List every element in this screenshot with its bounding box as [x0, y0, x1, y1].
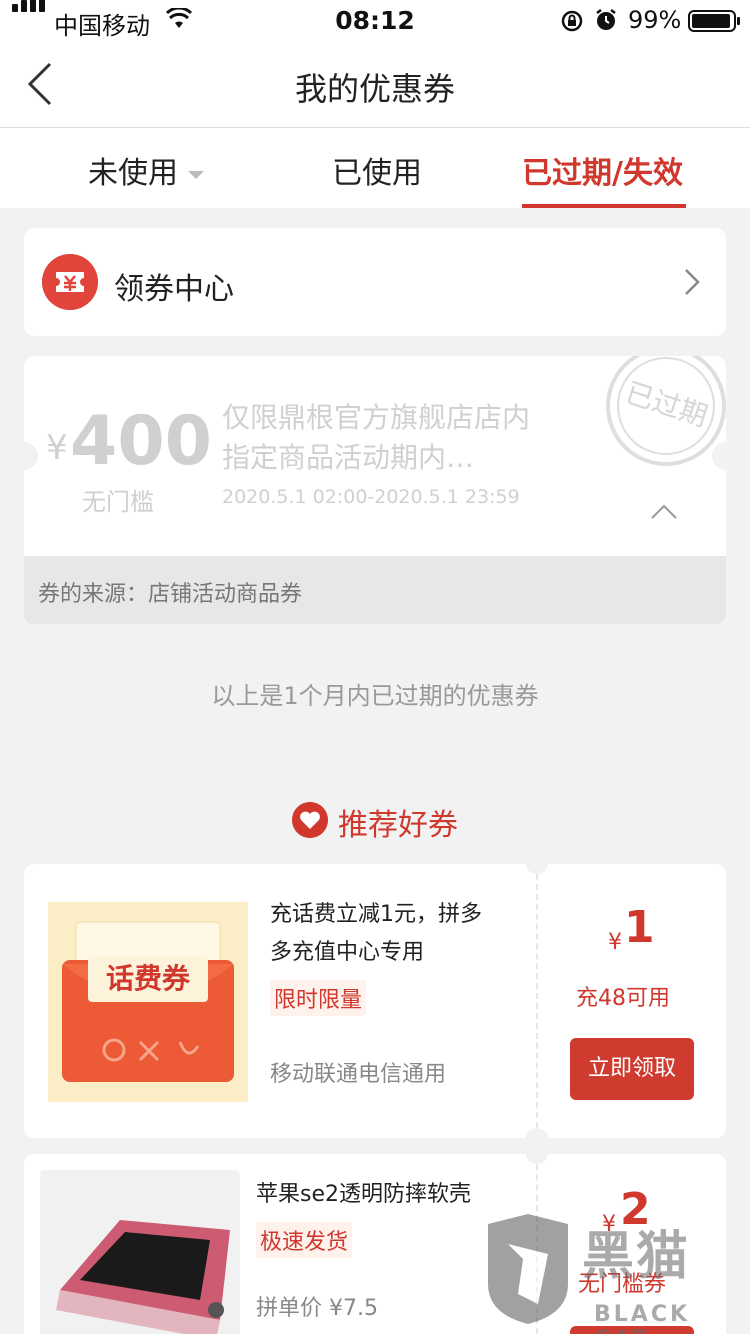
- battery-percent: 99%: [628, 6, 682, 34]
- active-tab-indicator: [522, 204, 686, 208]
- product-group-price: 拼单价 ¥7.5: [256, 1296, 378, 1321]
- alarm-icon: [596, 9, 616, 30]
- expired-stamp-text: 已过期: [621, 376, 711, 433]
- claim-button[interactable]: 立即领取: [570, 1038, 694, 1100]
- product-name: 苹果se2透明防摔软壳: [256, 1182, 471, 1207]
- coupon-description: 仅限鼎根官方旗舰店店内指定商品活动期内…: [222, 401, 531, 474]
- coupon-source: 券的来源：店铺活动商品券: [38, 582, 303, 607]
- black-cat-logo: [488, 1214, 568, 1324]
- coupon-currency: ¥: [46, 428, 68, 468]
- tab-bar: 未使用 已使用 已过期/失效: [0, 128, 750, 208]
- watermark-cn: 黑猫: [582, 1227, 691, 1287]
- tab-unused[interactable]: 未使用: [88, 148, 204, 192]
- chevron-right-icon: [685, 269, 700, 295]
- collapse-arrow-icon[interactable]: [650, 504, 678, 520]
- recommend-coupon-card[interactable]: 话费券 充话费立减1元，拼多多充值中心专用 限时限量 移动联通电信通用 ¥ 1 …: [24, 864, 726, 1138]
- coupon-currency: ¥: [608, 930, 622, 955]
- nav-bar: 我的优惠券: [0, 40, 750, 128]
- expired-coupon-body: ¥ 400 无门槛 仅限鼎根官方旗舰店店内指定商品活动期内… 2020.5.1 …: [24, 356, 726, 556]
- watermark-en: BLACK CAT: [594, 1302, 691, 1334]
- page-title: 我的优惠券: [294, 70, 455, 108]
- phone-bill-coupon-image: 话费券: [48, 902, 248, 1102]
- coupon-condition: 充48可用: [576, 986, 670, 1011]
- coupon-validity-dates: 2020.5.1 02:00-2020.5.1 23:59: [222, 486, 520, 508]
- coupon-value: 1: [624, 902, 655, 953]
- coupon-center-label: 领券中心: [114, 272, 234, 307]
- thumb-title: 话费券: [106, 962, 191, 995]
- coupon-center-entry[interactable]: 领券中心: [24, 228, 726, 336]
- orientation-lock-icon: [561, 10, 583, 32]
- status-bar: 中国移动 08:12 99%: [0, 0, 750, 40]
- coupon-name: 充话费立减1元，拼多多充值中心专用: [270, 902, 482, 965]
- caret-down-icon: [188, 170, 204, 179]
- watermark: 黑猫 BLACK CAT: [478, 1214, 750, 1334]
- coupon-amount: 400: [70, 402, 212, 481]
- expired-note: 以上是1个月内已过期的优惠券: [211, 682, 539, 710]
- expired-coupon-card: ¥ 400 无门槛 仅限鼎根官方旗舰店店内指定商品活动期内… 2020.5.1 …: [24, 356, 726, 624]
- heart-icon: [292, 802, 328, 838]
- battery-icon: [688, 10, 740, 32]
- tab-used[interactable]: 已使用: [332, 148, 422, 192]
- expired-stamp: 已过期: [606, 356, 726, 466]
- coupon-threshold: 无门槛: [82, 488, 154, 516]
- recommend-title: 推荐好券: [338, 808, 458, 843]
- coupon-tag: 限时限量: [270, 980, 367, 1016]
- tab-unused-label: 未使用: [88, 156, 178, 191]
- tab-expired[interactable]: 已过期/失效: [522, 148, 683, 192]
- phone-case-image: [40, 1170, 240, 1334]
- product-tag: 极速发货: [256, 1222, 353, 1258]
- ticket-icon: [42, 254, 98, 310]
- coupon-subtitle: 移动联通电信通用: [270, 1062, 447, 1087]
